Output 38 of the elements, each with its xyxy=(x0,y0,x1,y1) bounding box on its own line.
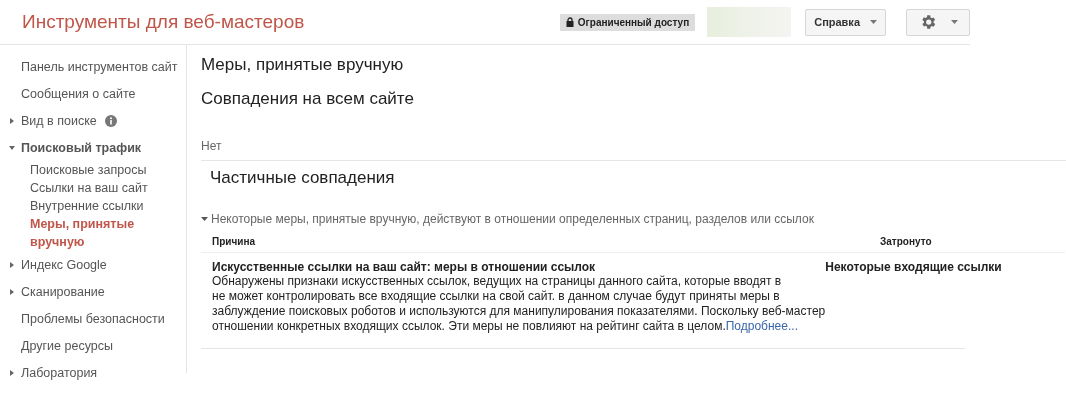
triangle-icon xyxy=(9,145,15,151)
sidebar-item[interactable]: Панель инструментов сайт xyxy=(0,53,186,80)
sidebar-subitem[interactable]: Поисковые запросы xyxy=(0,161,160,179)
section-heading: Совпадения на всем сайте xyxy=(201,89,415,109)
section-heading: Частичные совпадения xyxy=(210,168,396,188)
more-link[interactable]: Подробнее... xyxy=(725,319,798,333)
sidebar-item[interactable]: Другие ресурсы xyxy=(0,332,186,359)
sidebar-subitem[interactable]: Меры, принятые вручную xyxy=(0,215,160,251)
sidebar-item[interactable]: Сканирование xyxy=(0,278,186,305)
column-header: Причина xyxy=(212,236,256,247)
caret-icon xyxy=(950,20,958,24)
settings-button[interactable] xyxy=(906,8,970,36)
app-title: Инструменты для веб-мастеров xyxy=(22,11,305,33)
sidebar-subitem[interactable]: Ссылки на ваш сайт xyxy=(0,179,160,197)
sidebar-item[interactable]: Индекс Google xyxy=(0,251,186,278)
sidebar-item[interactable]: Сообщения о сайте xyxy=(0,80,186,107)
caret-icon xyxy=(870,20,877,24)
status-text: Нет xyxy=(201,139,1066,161)
expand-toggle[interactable]: Некоторые меры, принятые вручную, действуют в отношении определенных страниц, разделов или ссылок xyxy=(201,212,1066,226)
reason-description: Обнаружены признаки искусственных ссылок, ведущих на страницы данного сайта, которые вводят в не может контролировать все входящие ссылки на свой сайт. в данном случае будут приняты меры в заблуждение поисковых роботов и используются для манипулирования показателями. Поскольку веб-мастер отношении конкретных входящих ссылок. Эти меры не повлияют на рейтинг сайта в целом.Подробнее... xyxy=(212,274,826,334)
triangle-icon xyxy=(9,262,15,268)
triangle-icon xyxy=(201,216,208,222)
triangle-icon xyxy=(9,370,15,376)
lock-icon xyxy=(565,17,574,27)
help-button[interactable]: Справка xyxy=(805,8,886,36)
sidebar-item[interactable]: Вид в поиске xyxy=(0,107,186,134)
access-label: Ограниченный доступ xyxy=(577,16,690,28)
sidebar-item[interactable]: Проблемы безопасности xyxy=(0,305,186,332)
reason-title: Искусственные ссылки на ваш сайт: меры в отношении ссылок xyxy=(212,260,597,274)
affected-text: Некоторые входящие ссылки xyxy=(825,260,1002,276)
page-title: Меры, принятые вручную xyxy=(201,55,405,75)
info-icon[interactable] xyxy=(104,114,117,127)
sidebar-subitem[interactable]: Внутренние ссылки xyxy=(0,197,160,215)
triangle-icon xyxy=(9,289,15,295)
sidebar-item[interactable]: Поисковый трафик xyxy=(0,134,186,161)
triangle-icon xyxy=(9,118,15,124)
sidebar-item[interactable]: Лаборатория xyxy=(0,359,186,386)
column-header: Затронуто xyxy=(880,236,933,247)
